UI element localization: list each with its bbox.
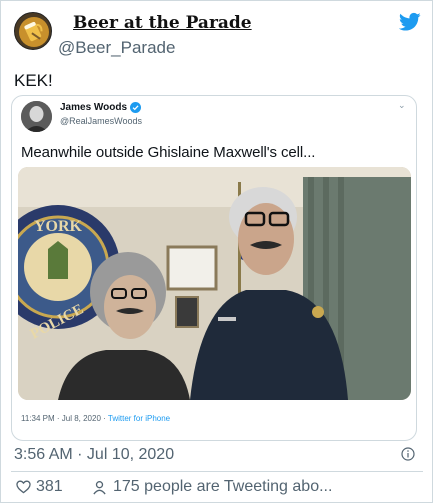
tweeting-link[interactable]: 175 people are Tweeting abo... bbox=[92, 478, 332, 496]
quoted-author-avatar[interactable] bbox=[21, 101, 52, 132]
verified-badge-icon bbox=[130, 102, 141, 113]
quoted-tweet-meta: 11:34 PM · Jul 8, 2020 · Twitter for iPh… bbox=[21, 414, 170, 423]
quoted-tweet-text: Meanwhile outside Ghislaine Maxwell's ce… bbox=[21, 144, 316, 161]
tweeting-text: 175 people are Tweeting abo... bbox=[113, 478, 333, 495]
author-avatar[interactable] bbox=[14, 12, 52, 50]
heart-icon bbox=[16, 480, 31, 494]
chevron-down-icon[interactable]: ⌄ bbox=[398, 100, 406, 111]
quoted-tweet-source[interactable]: Twitter for iPhone bbox=[108, 414, 170, 423]
like-button[interactable]: 381 bbox=[16, 478, 63, 496]
author-display-name[interactable]: Beer at the Parade bbox=[73, 13, 252, 33]
like-count: 381 bbox=[36, 478, 63, 495]
info-icon[interactable] bbox=[401, 447, 415, 461]
tweet-timestamp[interactable]: 3:56 AM · Jul 10, 2020 bbox=[14, 446, 174, 464]
divider bbox=[11, 471, 423, 472]
tweet-text: KEK! bbox=[14, 71, 53, 90]
photo-sign-text: YORK bbox=[34, 218, 83, 235]
quoted-tweet-time: 11:34 PM · Jul 8, 2020 · bbox=[21, 414, 108, 423]
quoted-tweet[interactable]: James Woods @RealJamesWoods ⌄ Meanwhile … bbox=[11, 95, 417, 441]
quoted-author-handle[interactable]: @RealJamesWoods bbox=[60, 116, 142, 126]
quoted-tweet-photo[interactable]: YORK POLICE bbox=[18, 167, 411, 400]
twitter-bird-icon[interactable] bbox=[399, 12, 421, 32]
quoted-author-name[interactable]: James Woods bbox=[60, 102, 127, 113]
person-icon bbox=[93, 480, 106, 494]
author-handle[interactable]: @Beer_Parade bbox=[58, 38, 175, 58]
embedded-tweet-card: Beer at the Parade @Beer_Parade KEK! Jam… bbox=[0, 0, 433, 503]
